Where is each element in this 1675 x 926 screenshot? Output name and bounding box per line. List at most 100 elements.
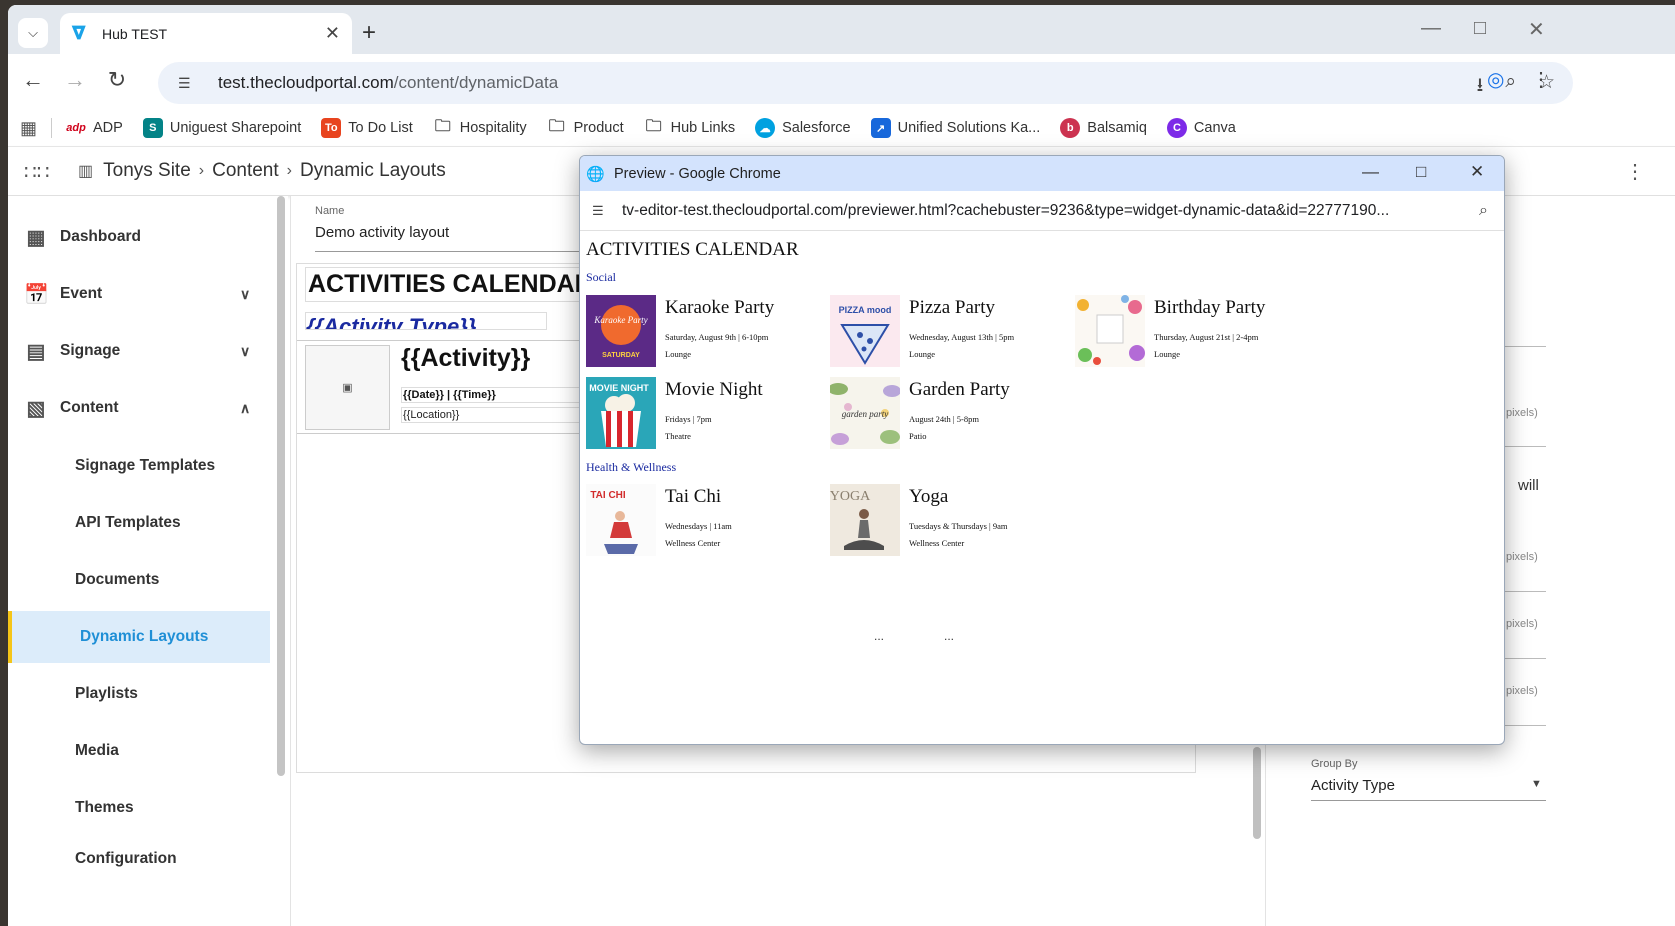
signage-icon: ▤ bbox=[26, 340, 46, 363]
bookmark-label: To Do List bbox=[348, 120, 413, 136]
activity-datetime: August 24th | 5-8pm bbox=[909, 414, 979, 424]
bookmark-hospitality[interactable]: 🗀 Hospitality bbox=[433, 118, 527, 138]
sidebar-item-dynamic-layouts[interactable]: Dynamic Layouts bbox=[8, 611, 270, 663]
group-title-health-wellness: Health & Wellness bbox=[586, 460, 677, 474]
window-close-icon[interactable]: ✕ bbox=[1470, 162, 1484, 182]
tab-search-button[interactable]: ⌵ bbox=[18, 18, 48, 48]
site-info-icon[interactable]: ☰ bbox=[592, 203, 612, 219]
breadcrumb-site[interactable]: Tonys Site bbox=[103, 160, 191, 182]
group-by-select[interactable]: Activity Type bbox=[1311, 777, 1395, 794]
bookmark-adp[interactable]: adp ADP bbox=[66, 118, 123, 138]
photo-library-icon: ▧ bbox=[26, 397, 46, 420]
chrome-menu-icon[interactable]: ⋮ bbox=[1531, 67, 1551, 92]
canva-icon: C bbox=[1166, 118, 1187, 138]
garden-party-image: garden party bbox=[830, 377, 900, 449]
activity-card: Birthday Party Thursday, August 21st | 2… bbox=[1075, 295, 1315, 369]
sidebar-item-playlists[interactable]: Playlists bbox=[8, 668, 270, 720]
tab-strip: ⌵ 𝛁 Hub TEST ✕ + — □ ✕ bbox=[8, 5, 1675, 54]
preview-titlebar[interactable]: 🌐 Preview - Google Chrome — □ ✕ bbox=[580, 156, 1504, 191]
install-app-icon[interactable]: ⭳ bbox=[1477, 71, 1484, 103]
activity-name: Movie Night bbox=[665, 379, 763, 400]
sidebar-item-signage[interactable]: ▤ Signage ∨ bbox=[8, 325, 270, 377]
sidebar-item-label: Playlists bbox=[75, 685, 138, 702]
sidebar-scrollbar[interactable] bbox=[277, 196, 285, 776]
site-info-icon[interactable]: ☰ bbox=[178, 75, 204, 92]
bookmark-canva[interactable]: C Canva bbox=[1166, 118, 1236, 138]
canvas-title-text[interactable]: ACTIVITIES CALENDAR bbox=[305, 267, 596, 302]
movie-night-image: MOVIE NIGHT bbox=[586, 377, 656, 449]
preview-address-bar[interactable]: ☰ tv-editor-test.thecloudportal.com/prev… bbox=[580, 191, 1504, 231]
apps-grid-icon[interactable]: ▦ bbox=[20, 118, 37, 139]
more-options-icon[interactable]: ⋮ bbox=[1625, 159, 1645, 184]
image-placeholder-icon[interactable]: ▣ bbox=[305, 345, 390, 430]
maximize-icon[interactable]: □ bbox=[1474, 17, 1486, 40]
bookmark-balsamiq[interactable]: b Balsamiq bbox=[1060, 118, 1147, 138]
breadcrumb-content[interactable]: Content bbox=[212, 160, 279, 182]
canvas-activity-type-text[interactable]: {{Activity Type}} bbox=[305, 312, 547, 330]
bookmark-hub-links[interactable]: 🗀 Hub Links bbox=[644, 118, 736, 138]
new-tab-button[interactable]: + bbox=[362, 19, 376, 47]
forward-icon[interactable]: → bbox=[60, 67, 90, 93]
sidebar-item-label: Event bbox=[60, 285, 103, 302]
yoga-image: YOGA bbox=[830, 484, 900, 556]
canvas-location-text[interactable]: {{Location}} bbox=[401, 407, 601, 423]
name-input[interactable]: Demo activity layout bbox=[315, 224, 449, 241]
breadcrumb-current: Dynamic Layouts bbox=[299, 160, 446, 181]
sidebar-item-label: Signage Templates bbox=[75, 457, 216, 474]
sidebar-item-dashboard[interactable]: ▦ Dashboard bbox=[8, 211, 270, 263]
sidebar-item-api-templates[interactable]: API Templates bbox=[8, 497, 270, 549]
bookmark-unified-solutions[interactable]: ↗ Unified Solutions Ka... bbox=[870, 118, 1040, 138]
sidebar-item-label: Dashboard bbox=[60, 228, 141, 245]
sidebar-item-documents[interactable]: Documents bbox=[8, 554, 270, 606]
activity-card: garden party Garden Party August 24th | … bbox=[830, 377, 1070, 451]
activity-location: Lounge bbox=[1154, 349, 1180, 359]
address-url[interactable]: test.thecloudportal.com/content/dynamicD… bbox=[218, 73, 558, 93]
sidebar-item-themes[interactable]: Themes bbox=[8, 782, 270, 834]
address-bar[interactable]: ☰ test.thecloudportal.com/content/dynami… bbox=[158, 62, 1573, 104]
chevron-down-icon: ∨ bbox=[240, 285, 251, 302]
pixels-hint: pixels) bbox=[1506, 618, 1538, 630]
name-underline bbox=[315, 251, 595, 252]
dropdown-arrow-icon[interactable]: ▼ bbox=[1531, 778, 1542, 790]
sidebar-item-label: Signage bbox=[60, 342, 121, 359]
bookmark-product[interactable]: 🗀 Product bbox=[547, 118, 624, 138]
sidebar-item-signage-templates[interactable]: Signage Templates bbox=[8, 440, 270, 492]
reload-icon[interactable]: ↻ bbox=[102, 67, 132, 93]
canvas-datetime-text[interactable]: {{Date}} | {{Time}} bbox=[401, 387, 601, 403]
minimize-icon[interactable]: — bbox=[1362, 162, 1379, 182]
sidebar-item-content[interactable]: ▧ Content ∧ bbox=[8, 382, 270, 434]
sidebar-item-configuration[interactable]: Configuration bbox=[8, 839, 270, 879]
window-close-icon[interactable]: ✕ bbox=[1528, 17, 1545, 42]
maximize-icon[interactable]: □ bbox=[1416, 162, 1426, 182]
browser-tab[interactable]: 𝛁 Hub TEST ✕ bbox=[60, 13, 352, 54]
sidebar-item-label: Themes bbox=[75, 799, 134, 816]
bookmark-label: Balsamiq bbox=[1087, 120, 1147, 136]
sidebar-item-media[interactable]: Media bbox=[8, 725, 270, 777]
app-launcher-icon[interactable]: ∷∷ bbox=[24, 160, 49, 185]
bookmark-todo[interactable]: To To Do List bbox=[321, 118, 413, 138]
zoom-icon[interactable]: ⌕ bbox=[1479, 202, 1488, 220]
activity-datetime: Thursday, August 21st | 2-4pm bbox=[1154, 332, 1259, 342]
name-label: Name bbox=[315, 205, 345, 217]
activity-location: Wellness Center bbox=[909, 538, 965, 548]
bookmarks-divider bbox=[51, 118, 53, 138]
editor-scrollbar[interactable] bbox=[1253, 747, 1261, 839]
sidebar-item-label: Media bbox=[75, 742, 119, 759]
back-icon[interactable]: ← bbox=[18, 67, 48, 93]
activity-datetime: Wednesdays | 11am bbox=[665, 521, 732, 531]
activity-name: Tai Chi bbox=[665, 486, 722, 507]
profile-icon[interactable]: ◎ bbox=[1487, 67, 1504, 92]
dashboard-icon: ▦ bbox=[26, 226, 46, 249]
bookmark-sharepoint[interactable]: S Uniguest Sharepoint bbox=[142, 118, 301, 138]
zoom-icon[interactable]: ⌕ bbox=[1505, 71, 1516, 103]
minimize-icon[interactable]: — bbox=[1421, 17, 1441, 40]
preview-url[interactable]: tv-editor-test.thecloudportal.com/previe… bbox=[622, 202, 1462, 220]
thumb-text: MOVIE NIGHT bbox=[589, 383, 649, 393]
bookmark-salesforce[interactable]: ☁ Salesforce bbox=[755, 118, 851, 138]
globe-icon: 🌐 bbox=[586, 165, 605, 183]
sidebar-item-event[interactable]: 📅 Event ∨ bbox=[8, 268, 270, 320]
close-tab-icon[interactable]: ✕ bbox=[325, 23, 340, 44]
canvas-activity-text[interactable]: {{Activity}} bbox=[401, 344, 530, 373]
sidebar-item-label: API Templates bbox=[75, 514, 181, 531]
balsamiq-icon: b bbox=[1060, 118, 1081, 138]
